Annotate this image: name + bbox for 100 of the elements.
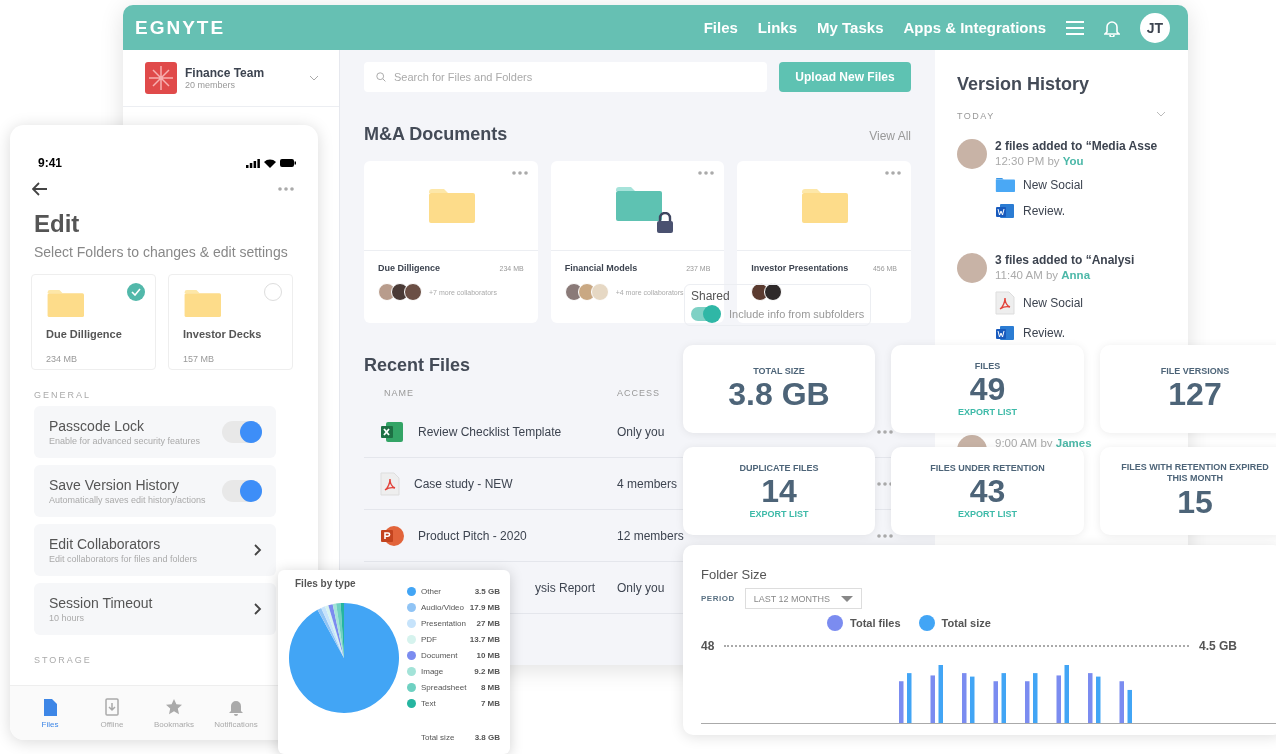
bar	[907, 673, 912, 723]
period-dropdown[interactable]: LAST 12 MONTHS	[744, 588, 862, 609]
setting-toggle[interactable]	[222, 421, 262, 443]
legend-label: Spreadsheet	[421, 682, 468, 692]
folder-size: 157 MB	[183, 354, 216, 364]
legend-value: 8 MB	[480, 682, 500, 692]
history-file[interactable]: New Social	[1023, 296, 1084, 310]
more-icon[interactable]	[278, 187, 294, 191]
row-more-icon[interactable]	[877, 429, 893, 434]
stat-value: 127	[1168, 377, 1222, 413]
file-name[interactable]: ysis Report	[534, 580, 595, 595]
history-file[interactable]: New Social	[1023, 178, 1084, 192]
stat-value: 14	[761, 474, 797, 510]
panel-title: Version History	[957, 74, 1091, 95]
setting-row[interactable]: Session Timeout 10 hours	[34, 583, 276, 635]
section-title: Recent Files	[364, 355, 471, 375]
history-time: 11:40 AM by	[995, 269, 1059, 281]
folder-name: Due Dilligence	[378, 263, 440, 273]
bar	[1025, 681, 1030, 723]
folder-name: Due Dilligence	[46, 328, 123, 340]
pdf-file-icon	[995, 291, 1015, 315]
file-name[interactable]: Case study - NEW	[414, 476, 513, 491]
more-icon[interactable]	[511, 171, 528, 175]
section-label: STORAGE	[33, 654, 93, 667]
download-icon	[103, 697, 121, 716]
stat-label: TOTAL SIZE	[753, 365, 805, 378]
chevron-right-icon[interactable]	[254, 603, 262, 615]
setting-description: Enable for advanced security features	[49, 436, 202, 446]
period-label: PERIOD	[701, 594, 735, 603]
folder-icon	[613, 185, 662, 222]
stat-label: FILE VERSIONS	[1160, 365, 1230, 378]
folder-size: 234 MB	[46, 354, 79, 364]
chevron-down-icon[interactable]	[309, 75, 319, 81]
legend-label: PDF	[421, 634, 438, 644]
more-icon[interactable]	[885, 171, 901, 175]
logo: EGNYTE	[135, 16, 226, 39]
row-more-icon[interactable]	[877, 481, 893, 486]
folder-name: Financial Models	[564, 263, 638, 273]
member-count: 20 members	[185, 80, 237, 90]
chevron-down-icon[interactable]	[1156, 111, 1166, 117]
folder-card[interactable]: Investor Decks 157 MB	[168, 274, 293, 370]
history-file[interactable]: Review.	[1023, 204, 1066, 218]
setting-row[interactable]: Passcode Lock Enable for advanced security features	[34, 406, 276, 458]
bar	[930, 675, 935, 723]
presentation-file-icon	[380, 523, 404, 548]
chart-title: Folder Size	[701, 567, 768, 582]
setting-description: Edit collaborators for files and folders	[49, 554, 199, 564]
legend-label: Other	[421, 586, 442, 596]
file-icon	[41, 697, 59, 716]
folder-name: Investor Presentations	[751, 263, 849, 273]
axis-label: 48	[701, 639, 715, 653]
bar	[1088, 673, 1093, 723]
user-avatar[interactable]: JT	[1140, 12, 1170, 43]
tab-bar-item[interactable]: Files	[19, 686, 81, 740]
search-field[interactable]: Search for Files and Folders	[364, 62, 767, 92]
file-name[interactable]: Review Checklist Template	[418, 424, 562, 439]
bell-icon[interactable]	[1104, 18, 1120, 37]
bar	[962, 673, 967, 723]
chevron-right-icon[interactable]	[254, 544, 262, 556]
column-header: ACCESS	[617, 388, 660, 398]
setting-row[interactable]: Edit Collaborators Edit collaborators for files and folders	[34, 524, 276, 576]
history-file[interactable]: Review.	[1023, 326, 1066, 340]
team-name[interactable]: Finance Team	[185, 66, 301, 80]
setting-row[interactable]: Save Version History Automatically saves edit history/actions	[34, 465, 276, 517]
bar	[970, 676, 975, 723]
menu-icon[interactable]	[1066, 20, 1084, 35]
caret-icon	[840, 595, 853, 602]
chart-title: Files by type	[295, 578, 357, 589]
more-icon[interactable]	[698, 171, 715, 175]
section-title: M&A Documents	[364, 124, 508, 145]
row-more-icon[interactable]	[877, 533, 893, 538]
folder-name: Investor Decks	[183, 328, 263, 340]
setting-title: Save Version History	[49, 477, 180, 493]
document-file-icon	[995, 203, 1015, 219]
total-value: 3.8 GB	[474, 732, 500, 742]
history-title: 2 files added to “Media Asse	[995, 139, 1158, 153]
folder-icon	[995, 177, 1015, 193]
status-time: 9:41	[38, 156, 63, 170]
legend-value: 3.5 GB	[474, 586, 500, 596]
stat-value: 43	[969, 474, 1006, 510]
legend-label: Image	[421, 666, 445, 676]
back-arrow-icon[interactable]	[32, 182, 48, 196]
page-title: Edit	[33, 209, 81, 238]
select-circle[interactable]	[264, 283, 282, 301]
legend-value: 17.9 MB	[469, 602, 500, 612]
subfolders-toggle[interactable]	[691, 307, 719, 321]
setting-toggle[interactable]	[222, 480, 262, 502]
legend-value: 7 MB	[480, 698, 500, 708]
select-circle[interactable]	[127, 283, 145, 301]
legend-label: Text	[421, 698, 437, 708]
stat-label: FILES	[974, 360, 1001, 373]
access-label: Only you	[617, 580, 666, 595]
setting-title: Edit Collaborators	[49, 536, 162, 552]
access-label: 12 members	[617, 528, 685, 543]
team-logo-icon	[145, 62, 177, 94]
bar	[1119, 681, 1124, 723]
folder-card[interactable]: Due Dilligence 234 MB	[31, 274, 156, 370]
file-name[interactable]: Product Pitch - 2020	[418, 528, 527, 543]
document-file-icon	[995, 325, 1015, 341]
column-header: NAME	[384, 388, 415, 398]
